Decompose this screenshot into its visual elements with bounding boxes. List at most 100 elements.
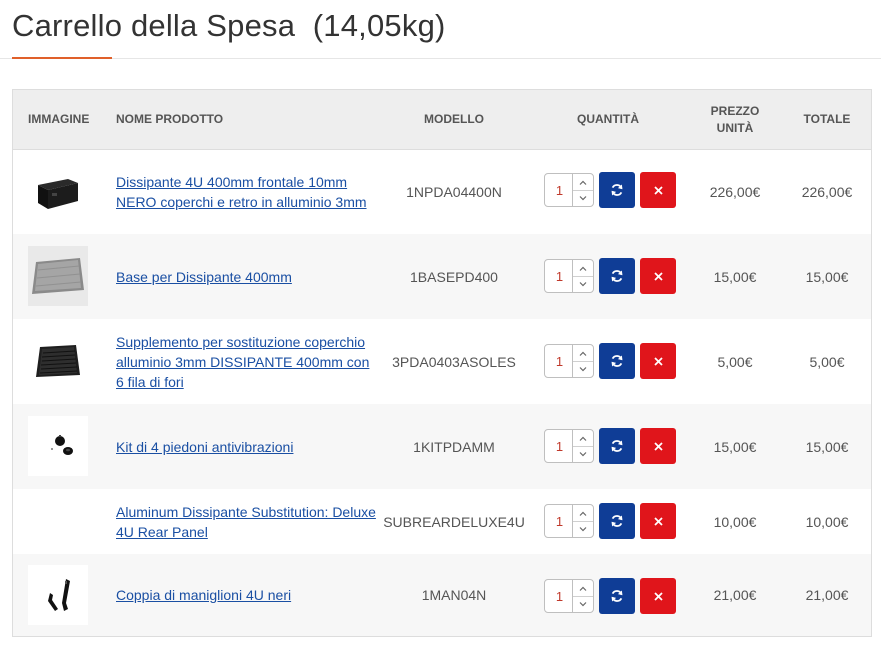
quantity-stepper[interactable]: 1	[544, 259, 594, 293]
quantity-stepper[interactable]: 1	[544, 344, 594, 378]
quantity-stepper[interactable]: 1	[544, 579, 594, 613]
product-model: 3PDA0403ASOLES	[392, 353, 516, 370]
quantity-input[interactable]: 1	[545, 580, 574, 612]
remove-item-button[interactable]	[640, 428, 676, 464]
product-name-cell: Supplemento per sostituzione coperchio a…	[116, 319, 376, 404]
product-name-link[interactable]: Kit di 4 piedoni antivibrazioni	[116, 437, 293, 457]
refresh-icon	[611, 270, 623, 282]
chevron-down-icon[interactable]	[572, 521, 593, 537]
refresh-icon	[611, 355, 623, 367]
remove-item-button[interactable]	[640, 172, 676, 208]
unit-price: 15,00€	[713, 438, 757, 455]
remove-item-button[interactable]	[640, 343, 676, 379]
close-icon	[653, 356, 663, 366]
update-quantity-button[interactable]	[599, 258, 635, 294]
quantity-input[interactable]: 1	[545, 260, 574, 292]
line-total: 5,00€	[809, 353, 845, 370]
unit-price: 5,00€	[717, 353, 753, 370]
quantity-input[interactable]: 1	[545, 430, 574, 462]
product-model: SUBREARDELUXE4U	[383, 513, 525, 530]
product-name-link[interactable]: Supplemento per sostituzione coperchio a…	[116, 332, 376, 392]
product-name-cell: Aluminum Dissipante Substitution: Deluxe…	[116, 489, 376, 554]
remove-item-button[interactable]	[640, 258, 676, 294]
line-total: 15,00€	[805, 268, 849, 285]
quantity-input[interactable]: 1	[545, 174, 574, 206]
line-total: 21,00€	[805, 587, 849, 603]
table-row: Aluminum Dissipante Substitution: Deluxe…	[13, 489, 871, 554]
update-quantity-button[interactable]	[599, 503, 635, 539]
refresh-icon	[611, 440, 623, 452]
unit-price: 226,00€	[709, 183, 761, 200]
column-header-model: MODELLO	[424, 112, 484, 126]
chevron-up-icon[interactable]	[572, 580, 593, 597]
cover-plate-product-image	[28, 331, 88, 391]
product-name-link[interactable]: Dissipante 4U 400mm frontale 10mm NERO c…	[116, 172, 376, 212]
quantity-stepper[interactable]: 1	[544, 429, 594, 463]
chevron-up-icon[interactable]	[572, 174, 593, 191]
update-quantity-button[interactable]	[599, 428, 635, 464]
unit-price: 15,00€	[713, 268, 757, 285]
column-header-quantity: QUANTITÀ	[577, 112, 639, 126]
unit-price: 10,00€	[713, 513, 757, 530]
product-model: 1NPDA04400N	[406, 183, 502, 200]
update-quantity-button[interactable]	[599, 578, 635, 614]
table-row: Base per Dissipante 400mm 1BASEPD400 1 1…	[13, 234, 871, 319]
chevron-up-icon[interactable]	[572, 430, 593, 447]
quantity-stepper[interactable]: 1	[544, 173, 594, 207]
close-icon	[653, 441, 663, 451]
title-divider	[0, 58, 881, 59]
column-header-image: IMMAGINE	[28, 112, 90, 126]
refresh-icon	[611, 590, 623, 602]
close-icon	[653, 591, 663, 601]
chevron-up-icon[interactable]	[572, 505, 593, 522]
product-model: 1BASEPD400	[410, 268, 498, 285]
quantity-stepper[interactable]: 1	[544, 504, 594, 538]
product-name-link[interactable]: Coppia di maniglioni 4U neri	[116, 585, 291, 605]
refresh-icon	[611, 515, 623, 527]
column-header-name: NOME PRODOTTO	[116, 112, 224, 126]
product-name-link[interactable]: Aluminum Dissipante Substitution: Deluxe…	[116, 502, 376, 542]
remove-item-button[interactable]	[640, 578, 676, 614]
product-name-cell: Kit di 4 piedoni antivibrazioni	[116, 404, 376, 489]
product-model: 1MAN04N	[421, 587, 487, 603]
column-header-total: TOTALE	[803, 112, 851, 126]
remove-item-button[interactable]	[640, 503, 676, 539]
line-total: 226,00€	[801, 183, 853, 200]
rack-handles-product-image	[28, 565, 88, 625]
table-header: IMMAGINE NOME PRODOTTO MODELLO QUANTITÀ …	[13, 90, 871, 150]
line-total: 10,00€	[805, 513, 849, 530]
title-accent-underline	[12, 57, 112, 59]
product-name-cell: Base per Dissipante 400mm	[116, 234, 376, 319]
chevron-down-icon[interactable]	[572, 446, 593, 462]
cart-table: IMMAGINE NOME PRODOTTO MODELLO QUANTITÀ …	[12, 89, 872, 637]
product-name-cell: Dissipante 4U 400mm frontale 10mm NERO c…	[116, 149, 376, 234]
close-icon	[653, 185, 663, 195]
close-icon	[653, 516, 663, 526]
unit-price: 21,00€	[713, 587, 757, 603]
anti-vibration-feet-product-image	[28, 416, 88, 476]
update-quantity-button[interactable]	[599, 172, 635, 208]
rack-cabinet-product-image	[28, 161, 88, 221]
table-row: Kit di 4 piedoni antivibrazioni 1KITPDAM…	[13, 404, 871, 489]
close-icon	[653, 271, 663, 281]
chevron-down-icon[interactable]	[572, 276, 593, 292]
base-plate-product-image	[28, 246, 88, 306]
chevron-up-icon[interactable]	[572, 260, 593, 277]
chevron-down-icon[interactable]	[572, 190, 593, 206]
product-name-link[interactable]: Base per Dissipante 400mm	[116, 267, 292, 287]
chevron-up-icon[interactable]	[572, 345, 593, 362]
table-row: Supplemento per sostituzione coperchio a…	[13, 319, 871, 404]
product-model: 1KITPDAMM	[413, 438, 495, 455]
product-name-cell: Coppia di maniglioni 4U neri	[116, 554, 376, 636]
line-total: 15,00€	[805, 438, 849, 455]
column-header-unit-price: PREZZO UNITÀ	[710, 103, 760, 135]
chevron-down-icon[interactable]	[572, 361, 593, 377]
table-row: Dissipante 4U 400mm frontale 10mm NERO c…	[13, 149, 871, 234]
update-quantity-button[interactable]	[599, 343, 635, 379]
table-row: Coppia di maniglioni 4U neri 1MAN04N 1 2…	[13, 554, 871, 636]
refresh-icon	[611, 184, 623, 196]
quantity-input[interactable]: 1	[545, 345, 574, 377]
page-title: Carrello della Spesa (14,05kg)	[12, 8, 446, 43]
chevron-down-icon[interactable]	[572, 596, 593, 612]
quantity-input[interactable]: 1	[545, 505, 574, 537]
